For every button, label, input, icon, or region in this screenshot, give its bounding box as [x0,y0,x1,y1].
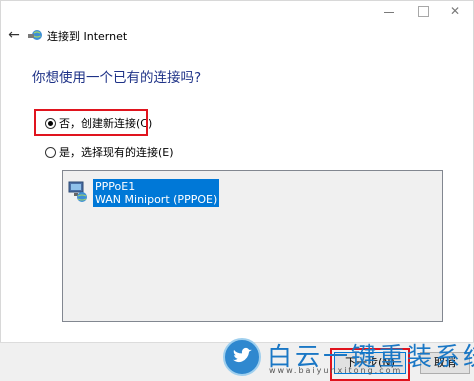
radio-use-existing[interactable] [45,146,56,158]
network-connection-icon [68,181,87,202]
minimize-button[interactable] [381,4,397,18]
connection-device: WAN Miniport (PPPOE) [95,193,218,206]
connection-list[interactable]: PPPoE1 WAN Miniport (PPPOE) [62,170,443,322]
twitter-bird-icon [223,338,261,376]
watermark: 白云一键重装系统 www.baiyunxitong.com [223,336,474,381]
option-use-existing-label: 是，选择现有的连接(E) [59,146,174,159]
option-use-existing[interactable]: 是，选择现有的连接(E) [45,144,174,160]
back-arrow-icon[interactable]: ← [6,27,22,43]
network-connection-icon [28,30,42,40]
maximize-button[interactable] [415,4,431,18]
close-button[interactable]: ✕ [447,4,463,18]
page-question: 你想使用一个已有的连接吗? [32,70,202,86]
connection-name: PPPoE1 [95,180,136,193]
highlight-box [34,109,148,136]
watermark-url: www.baiyunxitong.com [269,366,403,375]
connection-label: PPPoE1 WAN Miniport (PPPOE) [93,179,220,207]
window-title: 连接到 Internet [47,30,128,43]
list-item[interactable]: PPPoE1 WAN Miniport (PPPOE) [67,179,220,207]
